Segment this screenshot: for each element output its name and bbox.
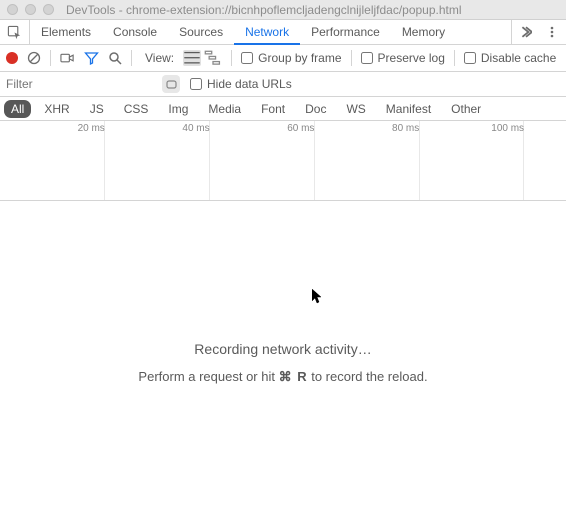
record-button[interactable]	[6, 52, 18, 64]
camera-icon	[60, 51, 75, 65]
timeline-cell	[524, 121, 566, 200]
tab-elements[interactable]: Elements	[30, 20, 102, 44]
type-filter-manifest[interactable]: Manifest	[379, 100, 438, 118]
empty-text-post: to record the reload.	[308, 369, 428, 384]
separator	[50, 50, 51, 66]
capture-screenshots-button[interactable]	[60, 51, 75, 65]
timeline-cell: 80 ms	[315, 121, 420, 200]
network-toolbar: View: Group by frame Preserve log Disabl…	[0, 45, 566, 72]
inspect-icon	[7, 25, 22, 40]
empty-subtitle: Perform a request or hit ⌘ R to record t…	[0, 369, 566, 385]
view-label: View:	[145, 51, 174, 65]
large-rows-view-button[interactable]	[183, 50, 201, 66]
minimize-window-icon[interactable]	[25, 4, 36, 15]
menu-button[interactable]	[546, 26, 558, 38]
window-titlebar: DevTools - chrome-extension://bicnhpofle…	[0, 0, 566, 20]
tag-icon	[166, 79, 177, 90]
empty-text-pre: Perform a request or hit	[138, 369, 278, 384]
type-filter-xhr[interactable]: XHR	[37, 100, 76, 118]
type-filter-other[interactable]: Other	[444, 100, 488, 118]
tab-sources[interactable]: Sources	[168, 20, 234, 44]
cursor-icon	[312, 289, 324, 305]
more-tabs-button[interactable]	[520, 26, 532, 38]
hide-data-urls-checkbox[interactable]: Hide data URLs	[190, 77, 292, 91]
timeline-overview[interactable]: 20 ms 40 ms 60 ms 80 ms 100 ms	[0, 121, 566, 201]
shortcut-hint: ⌘ R	[279, 369, 308, 384]
type-filter-ws[interactable]: WS	[339, 100, 372, 118]
filter-pill-button[interactable]	[162, 75, 180, 93]
timeline-cell: 100 ms	[420, 121, 525, 200]
separator	[351, 50, 352, 66]
tab-memory[interactable]: Memory	[391, 20, 456, 44]
separator	[131, 50, 132, 66]
request-type-filter: All XHR JS CSS Img Media Font Doc WS Manifest Othe…	[0, 97, 566, 121]
tab-network[interactable]: Network	[234, 20, 300, 45]
filter-toggle-button[interactable]	[84, 51, 99, 65]
timeline-tick-label: 20 ms	[78, 123, 105, 134]
devtools-tabs: ElementsConsoleSourcesNetworkPerformance…	[0, 20, 566, 45]
window-traffic-lights	[7, 4, 54, 15]
window-title: DevTools - chrome-extension://bicnhpofle…	[66, 3, 462, 17]
type-filter-css[interactable]: CSS	[117, 100, 156, 118]
empty-title: Recording network activity…	[0, 341, 566, 357]
type-filter-font[interactable]: Font	[254, 100, 292, 118]
clear-button[interactable]	[27, 51, 41, 65]
waterfall-icon	[204, 50, 222, 65]
list-icon	[183, 50, 201, 65]
separator	[454, 50, 455, 66]
close-window-icon[interactable]	[7, 4, 18, 15]
type-filter-all[interactable]: All	[4, 100, 31, 118]
preserve-log-input[interactable]	[361, 52, 373, 64]
timeline-tick-label: 40 ms	[182, 123, 209, 134]
search-button[interactable]	[108, 51, 122, 65]
hide-data-urls-input[interactable]	[190, 78, 202, 90]
type-filter-media[interactable]: Media	[201, 100, 248, 118]
chevron-right-icon	[520, 26, 532, 38]
kebab-icon	[546, 26, 558, 38]
group-by-frame-label: Group by frame	[258, 51, 341, 65]
tab-console[interactable]: Console	[102, 20, 168, 44]
disable-cache-checkbox[interactable]: Disable cache	[464, 51, 556, 65]
clear-icon	[27, 51, 41, 65]
filter-icon	[84, 51, 99, 65]
type-filter-img[interactable]: Img	[161, 100, 195, 118]
empty-state: Recording network activity… Perform a re…	[0, 201, 566, 520]
search-icon	[108, 51, 122, 65]
maximize-window-icon[interactable]	[43, 4, 54, 15]
timeline-cell: 40 ms	[105, 121, 210, 200]
preserve-log-checkbox[interactable]: Preserve log	[361, 51, 445, 65]
timeline-tick-label: 80 ms	[392, 123, 419, 134]
timeline-cell: 20 ms	[0, 121, 105, 200]
group-by-frame-checkbox[interactable]: Group by frame	[241, 51, 341, 65]
disable-cache-input[interactable]	[464, 52, 476, 64]
filter-input[interactable]	[2, 73, 152, 95]
disable-cache-label: Disable cache	[481, 51, 556, 65]
timeline-tick-label: 60 ms	[287, 123, 314, 134]
type-filter-doc[interactable]: Doc	[298, 100, 333, 118]
separator	[231, 50, 232, 66]
timeline-tick-label: 100 ms	[491, 123, 524, 134]
filter-bar: Hide data URLs	[0, 72, 566, 97]
timeline-cell: 60 ms	[210, 121, 315, 200]
group-by-frame-input[interactable]	[241, 52, 253, 64]
hide-data-urls-label: Hide data URLs	[207, 77, 292, 91]
waterfall-view-button[interactable]	[204, 50, 222, 66]
type-filter-js[interactable]: JS	[83, 100, 111, 118]
preserve-log-label: Preserve log	[378, 51, 445, 65]
inspect-element-button[interactable]	[0, 20, 30, 44]
tab-performance[interactable]: Performance	[300, 20, 391, 44]
